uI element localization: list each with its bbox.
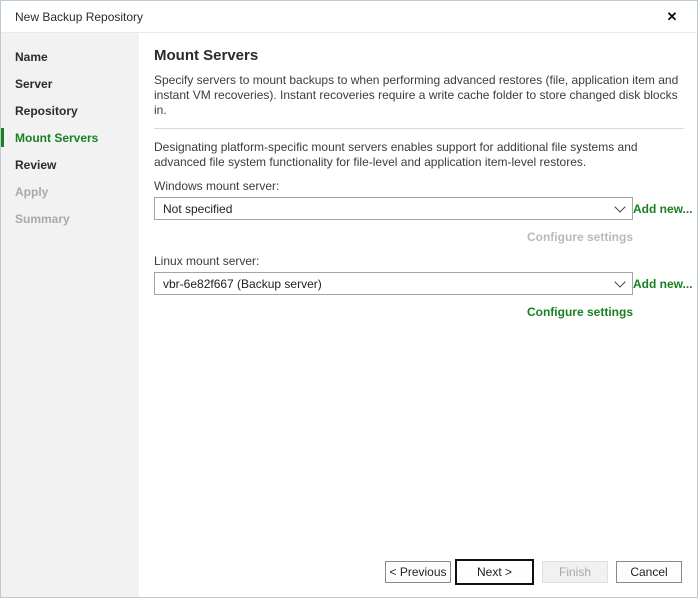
divider bbox=[154, 128, 684, 129]
linux-configure-settings-link[interactable]: Configure settings bbox=[527, 305, 633, 319]
close-icon[interactable]: ✕ bbox=[661, 6, 683, 28]
windows-mount-server-row: Not specified Add new... bbox=[154, 197, 694, 220]
page-title: Mount Servers bbox=[154, 47, 694, 64]
sidebar-item-repository[interactable]: Repository bbox=[1, 101, 139, 128]
new-backup-repository-dialog: New Backup Repository ✕ Name Server Repo… bbox=[0, 0, 698, 598]
linux-mount-server-label: Linux mount server: bbox=[154, 254, 694, 268]
windows-add-new-link[interactable]: Add new... bbox=[633, 202, 693, 216]
cancel-button[interactable]: Cancel bbox=[616, 561, 682, 583]
chevron-down-icon bbox=[614, 276, 625, 287]
windows-mount-server-label: Windows mount server: bbox=[154, 179, 694, 193]
previous-button[interactable]: < Previous bbox=[385, 561, 451, 583]
next-button[interactable]: Next > bbox=[455, 559, 534, 585]
windows-configure-row: Configure settings bbox=[154, 228, 633, 242]
sidebar-item-server[interactable]: Server bbox=[1, 74, 139, 101]
windows-mount-server-value: Not specified bbox=[163, 202, 608, 216]
windows-mount-server-select[interactable]: Not specified bbox=[154, 197, 633, 220]
linux-mount-server-select[interactable]: vbr-6e82f667 (Backup server) bbox=[154, 272, 633, 295]
chevron-down-icon bbox=[614, 201, 625, 212]
titlebar: New Backup Repository ✕ bbox=[1, 1, 697, 33]
sidebar-item-review[interactable]: Review bbox=[1, 155, 139, 182]
sidebar-item-summary: Summary bbox=[1, 209, 139, 236]
main-panel: Mount Servers Specify servers to mount b… bbox=[139, 33, 698, 598]
wizard-footer: < Previous Next > Finish Cancel bbox=[385, 559, 682, 585]
dialog-body: Name Server Repository Mount Servers Rev… bbox=[1, 33, 697, 598]
sidebar-item-apply: Apply bbox=[1, 182, 139, 209]
sidebar-item-name[interactable]: Name bbox=[1, 47, 139, 74]
linux-add-new-link[interactable]: Add new... bbox=[633, 277, 693, 291]
linux-mount-server-value: vbr-6e82f667 (Backup server) bbox=[163, 277, 608, 291]
finish-button: Finish bbox=[542, 561, 608, 583]
linux-configure-row: Configure settings bbox=[154, 303, 633, 317]
description-text: Designating platform-specific mount serv… bbox=[154, 140, 694, 170]
window-title: New Backup Repository bbox=[15, 10, 661, 24]
linux-mount-server-row: vbr-6e82f667 (Backup server) Add new... bbox=[154, 272, 694, 295]
intro-text: Specify servers to mount backups to when… bbox=[154, 73, 694, 118]
windows-configure-settings-link: Configure settings bbox=[527, 230, 633, 244]
wizard-steps-sidebar: Name Server Repository Mount Servers Rev… bbox=[1, 33, 139, 598]
sidebar-item-mount-servers[interactable]: Mount Servers bbox=[1, 128, 139, 155]
